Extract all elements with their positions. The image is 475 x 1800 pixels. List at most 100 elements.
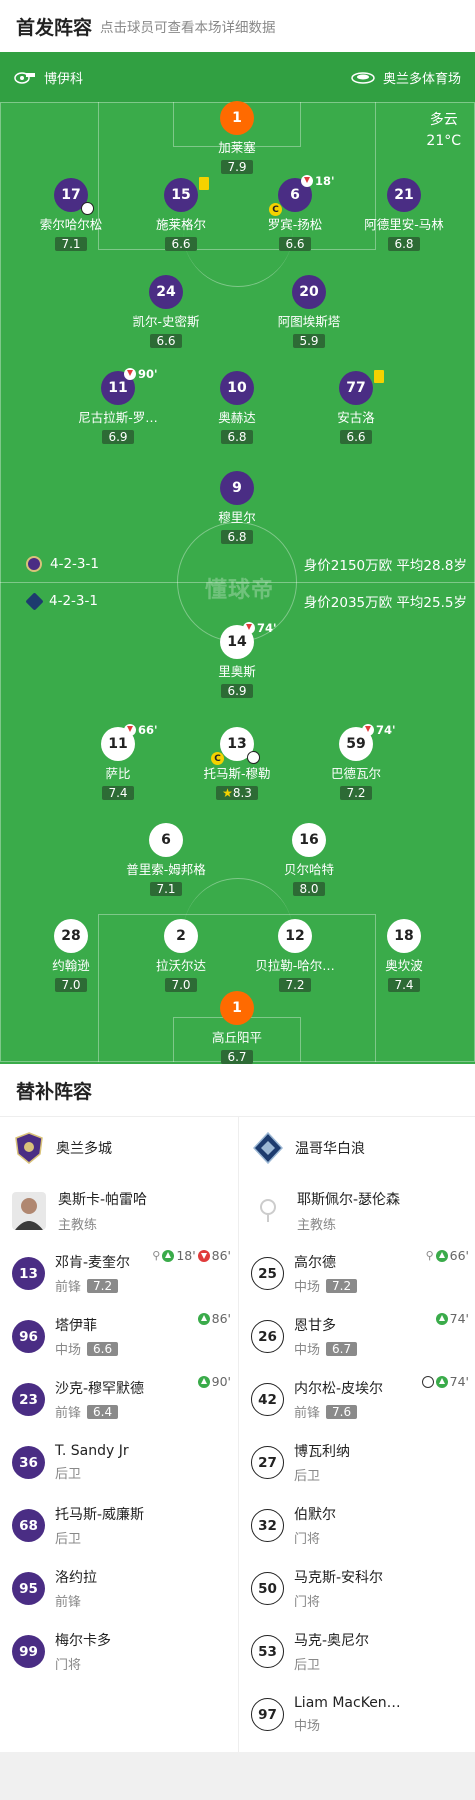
home-player[interactable]: 1 加莱塞 7.9 bbox=[177, 101, 297, 175]
coach-placeholder-icon bbox=[251, 1191, 285, 1230]
stadium-name: 奥兰多体育场 bbox=[382, 71, 461, 87]
away-player[interactable]: 2 拉沃尔达 7.0 bbox=[121, 919, 241, 993]
player-rating: 7.0 bbox=[165, 978, 197, 992]
bench-rating: 7.2 bbox=[87, 1278, 119, 1293]
home-player[interactable]: 9 穆里尔 6.8 bbox=[177, 471, 297, 545]
away-player[interactable]: 14 74' 里奥斯 6.9 bbox=[177, 621, 297, 699]
player-number: 20 bbox=[292, 275, 326, 309]
sub-minute: 66' bbox=[138, 723, 158, 737]
event-minute: 66' bbox=[449, 1248, 469, 1263]
bench-player[interactable]: 95 洛约拉 前锋 bbox=[0, 1557, 237, 1620]
away-player[interactable]: 1 高丘阳平 6.7 bbox=[177, 991, 297, 1064]
home-player[interactable]: 24 凯尔-史密斯 6.6 bbox=[106, 275, 226, 349]
event-minute: 90' bbox=[211, 1374, 231, 1389]
home-player[interactable]: 21 阿德里安-马林 6.8 bbox=[344, 178, 464, 252]
bench-number: 36 bbox=[12, 1446, 45, 1479]
sub-out-icon bbox=[124, 724, 136, 736]
player-rating: 6.8 bbox=[221, 430, 253, 444]
bench-name: 恩甘多 bbox=[294, 1318, 336, 1334]
goal-ball-icon bbox=[247, 751, 260, 764]
stadium-icon bbox=[351, 72, 375, 84]
player-name: 施莱格尔 bbox=[155, 217, 206, 232]
bench-player[interactable]: 42 内尔松-皮埃尔 前锋 7.6 74' bbox=[239, 1368, 475, 1431]
away-player[interactable]: 28 约翰逊 7.0 bbox=[11, 919, 131, 993]
bench-number: 27 bbox=[251, 1446, 284, 1479]
home-player[interactable]: 6 C 18' 罗宾-扬松 6.6 bbox=[235, 174, 355, 252]
bench-name: 洛约拉 bbox=[55, 1570, 97, 1586]
player-number: 6 bbox=[290, 187, 300, 203]
bench-columns: 奥兰多城 奥斯卡-帕雷哈 主教练 13 邓肯-麦奎尔 前锋 7.2 ⚲ 18' 86' 9… bbox=[0, 1116, 475, 1753]
away-player[interactable]: 16 贝尔哈特 8.0 bbox=[249, 823, 369, 897]
bench-name: 塔伊菲 bbox=[55, 1318, 97, 1334]
away-player[interactable]: 11 66' 萨比 7.4 bbox=[58, 723, 178, 801]
bench-section: 替补阵容 奥兰多城 奥斯卡-帕雷哈 主教练 13 邓肯-麦奎尔 前锋 7.2 ⚲ 18'… bbox=[0, 1064, 475, 1800]
bench-player[interactable]: 26 恩甘多 中场 6.7 74' bbox=[239, 1305, 475, 1368]
bench-name: 内尔松-皮埃尔 bbox=[294, 1381, 384, 1397]
home-player[interactable]: 20 阿图埃斯塔 5.9 bbox=[249, 275, 369, 349]
home-formation-row: 4-2-3-1 身价2150万欧 平均28.8岁 bbox=[0, 552, 475, 576]
bench-position: 中场 bbox=[294, 1343, 321, 1358]
bench-player[interactable]: 68 托马斯-威廉斯 后卫 bbox=[0, 1494, 237, 1557]
player-rating: 6.8 bbox=[388, 237, 420, 251]
bench-name: T. Sandy Jr bbox=[55, 1443, 129, 1459]
home-coach[interactable]: 奥斯卡-帕雷哈 主教练 bbox=[0, 1179, 237, 1242]
sub-out-icon bbox=[243, 622, 255, 634]
sub-minute: 74' bbox=[376, 723, 396, 737]
bench-position: 中场 bbox=[55, 1343, 82, 1358]
home-team[interactable]: 奥兰多城 bbox=[0, 1117, 237, 1179]
bench-player[interactable]: 27 博瓦利纳 后卫 bbox=[239, 1431, 475, 1494]
bench-number: 32 bbox=[251, 1509, 284, 1542]
player-name: 穆里尔 bbox=[218, 510, 256, 525]
bench-player[interactable]: 50 马克斯-安科尔 门将 bbox=[239, 1557, 475, 1620]
player-number: 28 bbox=[54, 919, 88, 953]
away-player[interactable]: 59 74' 巴德瓦尔 7.2 bbox=[296, 723, 416, 801]
sub-in-icon bbox=[162, 1249, 175, 1262]
away-player[interactable]: 18 奥坎波 7.4 bbox=[344, 919, 464, 993]
player-name: 罗宾-扬松 bbox=[267, 217, 323, 232]
event-minute: 74' bbox=[449, 1311, 469, 1326]
page-footer bbox=[0, 1752, 475, 1800]
home-player[interactable]: 77 安古洛 6.6 bbox=[296, 370, 416, 445]
home-player[interactable]: 15 施莱格尔 6.6 bbox=[121, 177, 241, 252]
home-player[interactable]: 10 奥赫达 6.8 bbox=[177, 371, 297, 445]
bench-player[interactable]: 96 塔伊菲 中场 6.6 86' bbox=[0, 1305, 237, 1368]
weather-box: 多云 21°C bbox=[426, 110, 461, 152]
weather-text: 多云 bbox=[429, 112, 458, 128]
player-name: 里奥斯 bbox=[218, 664, 256, 679]
player-number: 13 bbox=[227, 736, 247, 752]
goal-ball-icon bbox=[81, 202, 94, 215]
vancouver-logo-icon bbox=[25, 591, 44, 611]
event-minute: 86' bbox=[211, 1311, 231, 1326]
away-player[interactable]: 13 C 托马斯-穆勒 ★8.3 bbox=[177, 727, 297, 801]
bench-player[interactable]: 32 伯默尔 门将 bbox=[239, 1494, 475, 1557]
sub-out-icon bbox=[301, 175, 313, 187]
away-coach[interactable]: 耶斯佩尔-瑟伦森 主教练 bbox=[239, 1179, 475, 1242]
home-player[interactable]: 11 90' 尼古拉斯-罗… 6.9 bbox=[58, 367, 178, 445]
bench-position: 前锋 bbox=[294, 1406, 321, 1421]
coach-role: 主教练 bbox=[58, 1217, 98, 1233]
bench-player[interactable]: 99 梅尔卡多 门将 bbox=[0, 1620, 237, 1683]
away-team[interactable]: 温哥华白浪 bbox=[239, 1117, 475, 1179]
vancouver-crest-icon bbox=[253, 1132, 283, 1164]
bench-player[interactable]: 97 Liam MacKen… 中场 bbox=[239, 1683, 475, 1746]
away-player[interactable]: 6 普里索-姆邦格 7.1 bbox=[106, 823, 226, 897]
player-rating: 6.7 bbox=[221, 1050, 253, 1064]
bench-player[interactable]: 53 马克-奥尼尔 后卫 bbox=[239, 1620, 475, 1683]
bench-position: 门将 bbox=[294, 1595, 321, 1610]
player-rating: 6.6 bbox=[165, 237, 197, 251]
bench-name: 马克-奥尼尔 bbox=[294, 1633, 370, 1649]
lineup-header: 首发阵容 点击球员可查看本场详细数据 bbox=[0, 0, 475, 52]
player-number: 9 bbox=[220, 471, 254, 505]
bench-player[interactable]: 25 高尔德 中场 7.2 ⚲ 66' bbox=[239, 1242, 475, 1305]
home-team-name: 奥兰多城 bbox=[56, 1141, 112, 1157]
home-player[interactable]: 17 索尔哈尔松 7.1 bbox=[11, 178, 131, 252]
sub-out-icon bbox=[124, 368, 136, 380]
assist-boot-icon: ⚲ bbox=[425, 1249, 434, 1262]
bench-player[interactable]: 13 邓肯-麦奎尔 前锋 7.2 ⚲ 18' 86' bbox=[0, 1242, 237, 1305]
bench-name: 博瓦利纳 bbox=[294, 1444, 350, 1460]
away-player[interactable]: 12 贝拉勒-哈尔… 7.2 bbox=[235, 919, 355, 993]
bench-player[interactable]: 36 T. Sandy Jr 后卫 bbox=[0, 1431, 237, 1494]
bench-player[interactable]: 23 沙克-穆罕默德 前锋 6.4 90' bbox=[0, 1368, 237, 1431]
pitch: 博伊科 奥兰多体育场 多云 21°C 懂球帝 4-2-3-1 身价2150万欧 … bbox=[0, 52, 475, 1064]
player-name: 高丘阳平 bbox=[211, 1030, 262, 1045]
